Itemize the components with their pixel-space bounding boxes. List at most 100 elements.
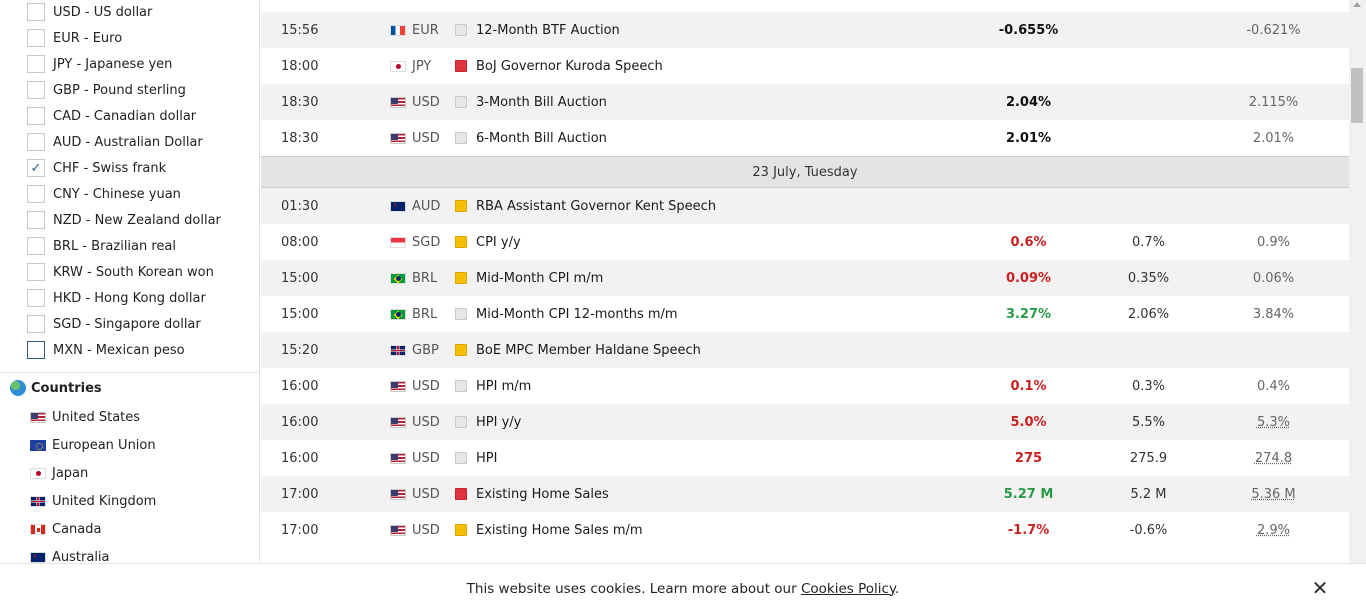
table-row[interactable]: 17:00 USD Existing Home Sales 5.27 M 5.2 M 5.…	[261, 476, 1349, 512]
event-previous[interactable]: 274.8	[1211, 451, 1336, 466]
table-row[interactable]: 16:00 USD HPI m/m 0.1% 0.3% 0.4%	[261, 368, 1349, 404]
event-name-link[interactable]: Mid-Month CPI 12-months m/m	[476, 307, 678, 322]
event-actual: 0.6%	[1010, 234, 1047, 250]
event-previous[interactable]: 5.3%	[1211, 415, 1336, 430]
country-filter-item[interactable]: European Union	[0, 431, 259, 459]
countries-heading[interactable]: Countries	[0, 373, 259, 403]
currency-checkbox[interactable]	[27, 29, 45, 47]
currency-flag-icon	[390, 488, 406, 500]
currency-code: GBP	[412, 342, 439, 358]
event-previous: 0.4%	[1211, 379, 1336, 394]
currency-checkbox[interactable]	[27, 263, 45, 281]
table-row[interactable]: 15:00 BRL Mid-Month CPI 12-months m/m 3.27%…	[261, 296, 1349, 332]
event-name-link[interactable]: CPI y/y	[476, 235, 521, 250]
event-name-link[interactable]: Existing Home Sales m/m	[476, 523, 643, 538]
currency-flag-icon	[390, 236, 406, 248]
event-currency: SGD	[390, 235, 440, 250]
currency-code: USD	[412, 130, 440, 146]
currency-filter-item[interactable]: BRL - Brazilian real	[0, 233, 259, 259]
currency-code: BRL	[412, 306, 438, 322]
currency-filter-item[interactable]: ✓ CHF - Swiss frank	[0, 155, 259, 181]
event-time: 18:00	[281, 58, 319, 74]
currency-checkbox[interactable]	[27, 107, 45, 125]
event-name-link[interactable]: HPI	[476, 451, 497, 466]
event-previous[interactable]: 5.36 M	[1211, 487, 1336, 502]
event-name-link[interactable]: 12-Month BTF Auction	[476, 23, 620, 38]
currency-checkbox[interactable]	[27, 289, 45, 307]
table-row[interactable]: 15:20 GBP BoE MPC Member Haldane Speech	[261, 332, 1349, 368]
event-time: 15:56	[281, 22, 319, 38]
event-name-link[interactable]: Mid-Month CPI m/m	[476, 271, 603, 286]
currency-checkbox[interactable]	[27, 341, 45, 359]
event-name-link[interactable]: Existing Home Sales	[476, 487, 609, 502]
event-name-link[interactable]: 6-Month Bill Auction	[476, 131, 607, 146]
table-row[interactable]: 18:30 USD 6-Month Bill Auction 2.01% 2.01%	[261, 120, 1349, 156]
currency-filter-item[interactable]: USD - US dollar	[0, 0, 259, 25]
currency-checkbox[interactable]	[27, 55, 45, 73]
currency-checkbox[interactable]	[27, 237, 45, 255]
currency-checkbox[interactable]	[27, 81, 45, 99]
table-row[interactable]: 18:30 USD 3-Month Bill Auction 2.04% 2.115%	[261, 84, 1349, 120]
table-row[interactable]: 17:00 USD Existing Home Sales m/m -1.7% -0.6…	[261, 512, 1349, 548]
previous-value: 274.8	[1254, 450, 1293, 466]
table-row[interactable]: 16:00 USD HPI y/y 5.0% 5.5% 5.3%	[261, 404, 1349, 440]
event-time: 16:00	[281, 450, 319, 466]
table-row[interactable]: 15:56 EUR 12-Month BTF Auction -0.655% -0.62…	[261, 12, 1349, 48]
currency-label: USD - US dollar	[53, 4, 153, 20]
country-filter-item[interactable]: United Kingdom	[0, 487, 259, 515]
event-name-link[interactable]: BoJ Governor Kuroda Speech	[476, 59, 663, 74]
event-actual: -1.7%	[1007, 522, 1050, 538]
currency-filter-list: USD - US dollar EUR - Euro JPY - Japanese …	[0, 0, 259, 363]
currency-filter-item[interactable]: EUR - Euro	[0, 25, 259, 51]
currency-checkbox[interactable]	[27, 133, 45, 151]
event-currency: GBP	[390, 343, 439, 358]
event-name-link[interactable]: BoE MPC Member Haldane Speech	[476, 343, 701, 358]
calendar-rows: 15:56 EUR 12-Month BTF Auction -0.655% -0.62…	[261, 12, 1349, 548]
currency-label: KRW - South Korean won	[53, 264, 214, 280]
vertical-scrollbar[interactable]	[1349, 0, 1366, 563]
table-row[interactable]: 15:00 BRL Mid-Month CPI m/m 0.09% 0.35% 0.06%	[261, 260, 1349, 296]
currency-label: EUR - Euro	[53, 30, 123, 46]
currency-filter-item[interactable]: NZD - New Zealand dollar	[0, 207, 259, 233]
currency-code: BRL	[412, 270, 438, 286]
currency-label: MXN - Mexican peso	[53, 342, 185, 358]
event-time: 16:00	[281, 414, 319, 430]
currency-checkbox[interactable]	[27, 185, 45, 203]
scroll-up-arrow-icon[interactable]	[1353, 2, 1361, 7]
currency-filter-item[interactable]: CNY - Chinese yuan	[0, 181, 259, 207]
checkmark-icon[interactable]: ✓	[27, 159, 45, 177]
currency-code: USD	[412, 414, 440, 430]
country-filter-item[interactable]: Japan	[0, 459, 259, 487]
cookies-policy-link[interactable]: Cookies Policy	[801, 581, 895, 597]
event-name-link[interactable]: 3-Month Bill Auction	[476, 95, 607, 110]
currency-filter-item[interactable]: HKD - Hong Kong dollar	[0, 285, 259, 311]
table-row[interactable]: 18:00 JPY BoJ Governor Kuroda Speech	[261, 48, 1349, 84]
event-time: 18:30	[281, 94, 319, 110]
table-row[interactable]: 16:00 USD HPI 275 275.9 274.8	[261, 440, 1349, 476]
currency-flag-icon	[390, 416, 406, 428]
currency-filter-item[interactable]: JPY - Japanese yen	[0, 51, 259, 77]
close-icon[interactable]: ✕	[1310, 578, 1330, 598]
currency-filter-item[interactable]: CAD - Canadian dollar	[0, 103, 259, 129]
currency-filter-item[interactable]: AUD - Australian Dollar	[0, 129, 259, 155]
currency-filter-item[interactable]: SGD - Singapore dollar	[0, 311, 259, 337]
currency-filter-item[interactable]: MXN - Mexican peso	[0, 337, 259, 363]
table-row[interactable]: 01:30 AUD RBA Assistant Governor Kent Spee…	[261, 188, 1349, 224]
currency-checkbox[interactable]	[27, 211, 45, 229]
event-previous[interactable]: 2.9%	[1211, 523, 1336, 538]
event-name-link[interactable]: HPI m/m	[476, 379, 531, 394]
country-filter-item[interactable]: United States	[0, 403, 259, 431]
currency-code: USD	[412, 450, 440, 466]
currency-checkbox[interactable]	[27, 315, 45, 333]
event-name-link[interactable]: HPI y/y	[476, 415, 521, 430]
importance-icon	[455, 488, 467, 500]
currency-filter-item[interactable]: GBP - Pound sterling	[0, 77, 259, 103]
event-previous: -0.621%	[1211, 23, 1336, 38]
currency-checkbox[interactable]	[27, 3, 45, 21]
event-name-link[interactable]: RBA Assistant Governor Kent Speech	[476, 199, 716, 214]
country-filter-item[interactable]: Canada	[0, 515, 259, 543]
event-time: 17:00	[281, 486, 319, 502]
scrollbar-thumb[interactable]	[1351, 68, 1363, 123]
table-row[interactable]: 08:00 SGD CPI y/y 0.6% 0.7% 0.9%	[261, 224, 1349, 260]
currency-filter-item[interactable]: KRW - South Korean won	[0, 259, 259, 285]
